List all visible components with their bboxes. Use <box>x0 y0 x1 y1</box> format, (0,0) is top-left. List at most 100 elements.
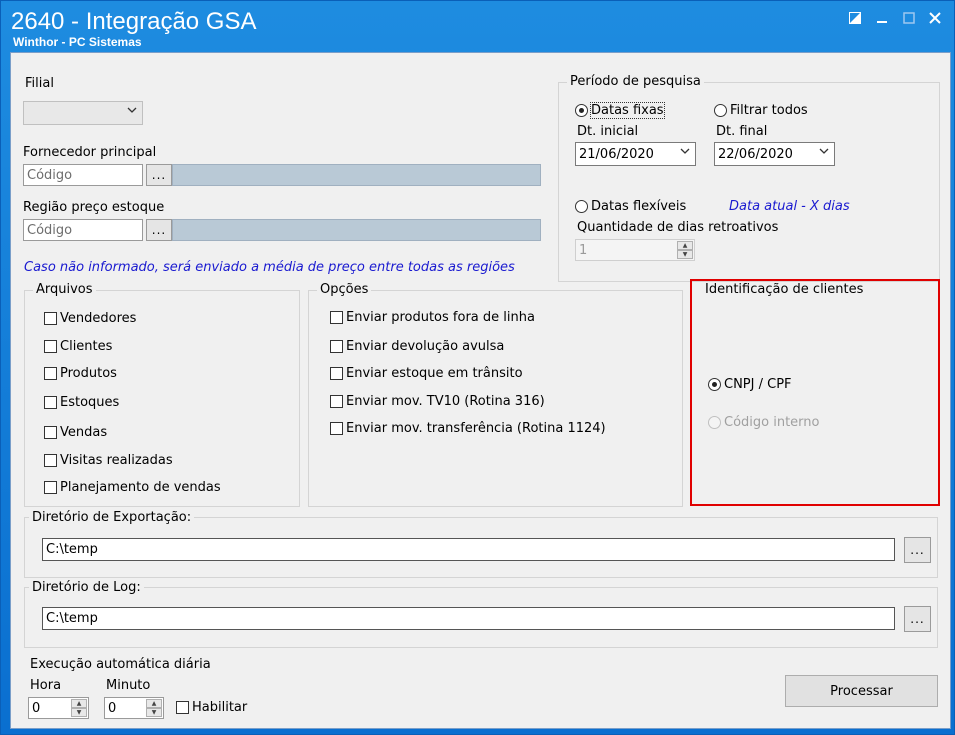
window-title: 2640 - Integração GSA <box>11 8 257 35</box>
log-dir-value: C:\temp <box>46 611 98 626</box>
arquivos-title: Arquivos <box>33 282 96 297</box>
checkbox-habilitar[interactable]: Habilitar <box>176 700 247 715</box>
checkbox-planejamento[interactable]: Planejamento de vendas <box>44 480 221 495</box>
spin-down-icon[interactable]: ▼ <box>71 708 87 717</box>
checkbox-label: Estoques <box>60 395 120 410</box>
log-dir-browse-button[interactable]: ... <box>904 606 931 632</box>
processar-button[interactable]: Processar <box>785 675 938 707</box>
checkbox-produtos-fora-linha[interactable]: Enviar produtos fora de linha <box>330 310 535 325</box>
periodo-title: Período de pesquisa <box>567 74 704 89</box>
fornecedor-description-field <box>172 164 541 186</box>
datas-fixas-label: Datas fixas <box>590 102 665 119</box>
minuto-spinner[interactable]: 0 ▲ ▼ <box>104 697 164 719</box>
radio-selected-icon <box>575 104 588 117</box>
spinner-arrows[interactable]: ▲ ▼ <box>677 241 693 259</box>
checkbox-icon <box>330 395 343 408</box>
checkbox-label: Produtos <box>60 366 117 381</box>
spinner-arrows[interactable]: ▲ ▼ <box>71 699 87 717</box>
client-area: Filial Fornecedor principal Código ... R… <box>10 52 951 729</box>
checkbox-label: Enviar devolução avulsa <box>346 339 505 354</box>
qtd-dias-label: Quantidade de dias retroativos <box>577 220 779 235</box>
checkbox-icon <box>330 311 343 324</box>
hora-spinner[interactable]: 0 ▲ ▼ <box>28 697 89 719</box>
checkbox-mov-tv10[interactable]: Enviar mov. TV10 (Rotina 316) <box>330 394 545 409</box>
checkbox-label: Enviar estoque em trânsito <box>346 366 523 381</box>
datas-flexiveis-radio[interactable]: Datas flexíveis <box>575 199 686 214</box>
log-dir-title: Diretório de Log: <box>29 580 144 595</box>
export-dir-value: C:\temp <box>46 542 98 557</box>
checkbox-visitas[interactable]: Visitas realizadas <box>44 453 173 468</box>
spin-down-icon[interactable]: ▼ <box>146 708 162 717</box>
fornecedor-code-input[interactable]: Código <box>23 164 143 186</box>
radio-unselected-icon <box>575 200 588 213</box>
checkbox-icon <box>330 340 343 353</box>
checkbox-icon <box>44 454 57 467</box>
checkbox-icon <box>44 396 57 409</box>
hora-label: Hora <box>30 678 62 693</box>
filtrar-todos-radio[interactable]: Filtrar todos <box>714 103 808 118</box>
checkbox-produtos[interactable]: Produtos <box>44 366 117 381</box>
hora-value: 0 <box>32 700 41 716</box>
checkbox-icon <box>44 312 57 325</box>
export-dir-browse-button[interactable]: ... <box>904 537 931 563</box>
checkbox-icon <box>176 701 189 714</box>
export-dir-input[interactable]: C:\temp <box>42 538 895 561</box>
checkbox-vendas[interactable]: Vendas <box>44 425 107 440</box>
fornecedor-label: Fornecedor principal <box>23 145 157 160</box>
filial-select[interactable] <box>23 101 143 125</box>
checkbox-label: Vendedores <box>60 311 137 326</box>
dt-inicial-label: Dt. inicial <box>577 124 639 139</box>
chevron-down-icon <box>680 146 690 159</box>
fornecedor-placeholder: Código <box>27 167 73 183</box>
checkbox-label: Clientes <box>60 339 113 354</box>
qtd-dias-value: 1 <box>579 242 588 258</box>
spin-up-icon[interactable]: ▲ <box>677 241 693 250</box>
checkbox-label: Enviar mov. transferência (Rotina 1124) <box>346 421 606 436</box>
dt-inicial-picker[interactable]: 21/06/2020 <box>575 142 696 166</box>
datas-flexiveis-label: Datas flexíveis <box>591 199 687 214</box>
regiao-description-field <box>172 219 541 241</box>
checkbox-label: Planejamento de vendas <box>60 480 221 495</box>
regiao-search-button[interactable]: ... <box>146 219 172 241</box>
dt-final-value: 22/06/2020 <box>718 146 793 162</box>
checkbox-vendedores[interactable]: Vendedores <box>44 311 136 326</box>
chevron-down-icon <box>127 105 137 118</box>
dt-final-picker[interactable]: 22/06/2020 <box>714 142 835 166</box>
regiao-label: Região preço estoque <box>23 200 165 215</box>
close-icon[interactable] <box>926 9 944 27</box>
checkbox-label: Enviar produtos fora de linha <box>346 310 535 325</box>
checkbox-estoque-transito[interactable]: Enviar estoque em trânsito <box>330 366 523 381</box>
fornecedor-search-button[interactable]: ... <box>146 164 172 186</box>
qtd-dias-spinner[interactable]: 1 ▲ ▼ <box>575 239 695 261</box>
log-dir-input[interactable]: C:\temp <box>42 607 895 630</box>
window-subtitle: Winthor - PC Sistemas <box>13 35 142 49</box>
spin-down-icon[interactable]: ▼ <box>677 250 693 259</box>
filtrar-todos-label: Filtrar todos <box>730 103 808 118</box>
spin-up-icon[interactable]: ▲ <box>146 699 162 708</box>
highlight-box <box>690 279 940 506</box>
checkbox-icon <box>44 340 57 353</box>
checkbox-icon <box>44 481 57 494</box>
checkbox-mov-transferencia[interactable]: Enviar mov. transferência (Rotina 1124) <box>330 421 606 436</box>
regiao-code-input[interactable]: Código <box>23 219 143 241</box>
spin-up-icon[interactable]: ▲ <box>71 699 87 708</box>
checkbox-icon <box>330 422 343 435</box>
minimize-icon[interactable] <box>873 9 891 27</box>
checkbox-clientes[interactable]: Clientes <box>44 339 112 354</box>
checkbox-devolucao-avulsa[interactable]: Enviar devolução avulsa <box>330 339 504 354</box>
checkbox-icon <box>44 367 57 380</box>
radio-unselected-icon <box>714 104 727 117</box>
datas-fixas-radio[interactable]: Datas fixas <box>575 102 665 119</box>
app-window: 2640 - Integração GSA Winthor - PC Siste… <box>0 0 955 735</box>
restore-layout-icon[interactable] <box>846 9 864 27</box>
checkbox-estoques[interactable]: Estoques <box>44 395 119 410</box>
checkbox-label: Enviar mov. TV10 (Rotina 316) <box>346 394 545 409</box>
regiao-placeholder: Código <box>27 222 73 238</box>
dt-inicial-value: 21/06/2020 <box>579 146 654 162</box>
checkbox-label: Visitas realizadas <box>60 453 173 468</box>
maximize-icon[interactable] <box>900 9 918 27</box>
checkbox-label: Vendas <box>60 425 108 440</box>
filial-label: Filial <box>25 76 54 91</box>
spinner-arrows[interactable]: ▲ ▼ <box>146 699 162 717</box>
dt-final-label: Dt. final <box>716 124 768 139</box>
